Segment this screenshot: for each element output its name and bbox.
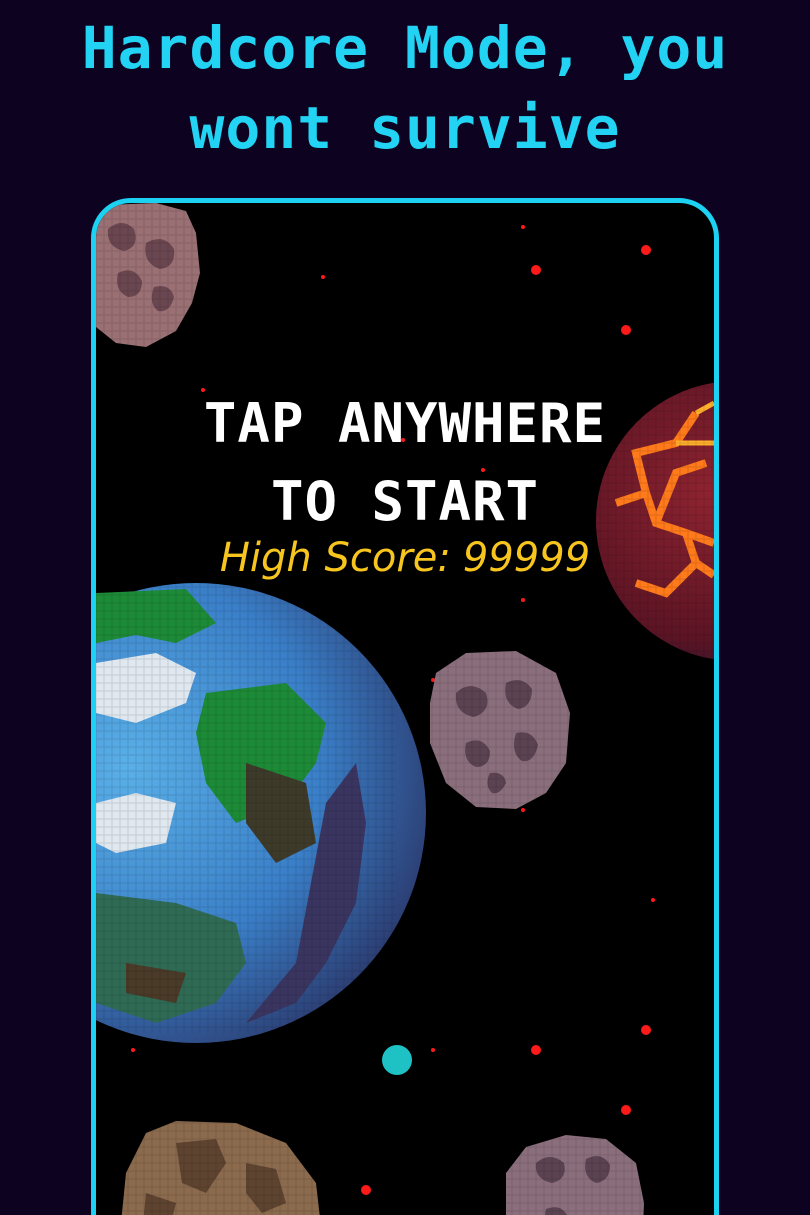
headline-line-1: Hardcore Mode, you: [81, 14, 729, 82]
game-screen[interactable]: TAP ANYWHERE TO START High Score: 99999: [91, 198, 719, 1215]
start-prompt-line-1: TAP ANYWHERE: [203, 392, 607, 455]
headline-line-2: wont survive: [189, 94, 621, 162]
asteroid-top-left: [96, 203, 200, 347]
high-score-label: High Score:: [219, 535, 451, 581]
high-score-value: 99999: [462, 535, 591, 581]
asteroid-bottom-left-brown: [118, 1119, 328, 1215]
asteroid-bottom-right: [506, 1133, 646, 1215]
player-ship[interactable]: [382, 1045, 412, 1075]
earth-planet: [96, 583, 426, 1043]
page-headline: Hardcore Mode, you wont survive: [0, 8, 810, 168]
start-prompt-line-2: TO START: [270, 470, 540, 533]
high-score: High Score: 99999: [96, 533, 714, 583]
start-prompt[interactable]: TAP ANYWHERE TO START: [96, 385, 714, 541]
asteroid-center: [426, 649, 572, 811]
